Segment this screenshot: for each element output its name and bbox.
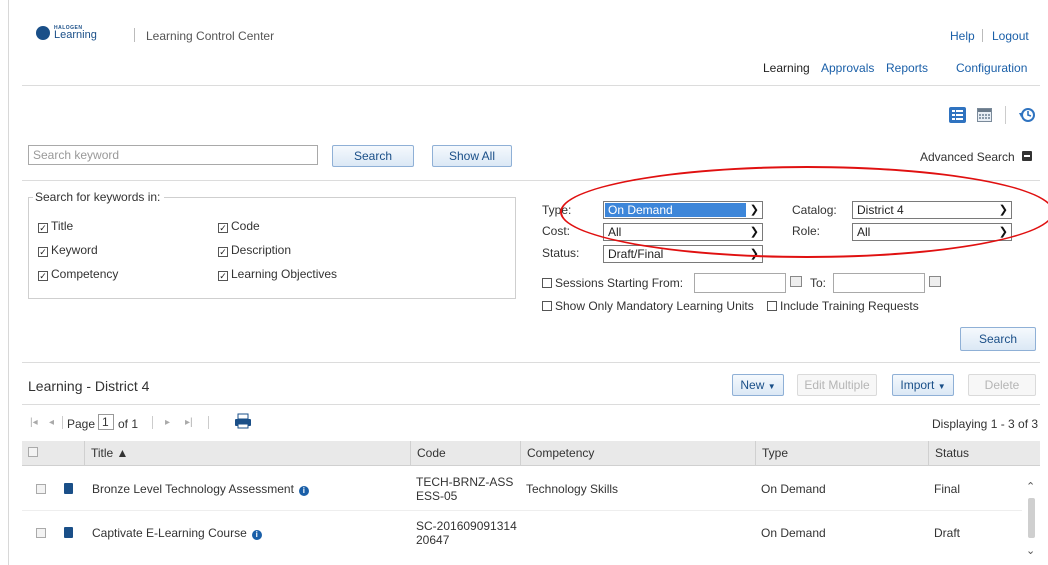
row-status: Final <box>934 482 961 496</box>
info-icon[interactable]: i <box>298 486 309 496</box>
scroll-up-icon[interactable]: ⌃ <box>1026 480 1035 493</box>
logo-mark-icon <box>36 26 50 40</box>
grid-header: Title ▲ Code Competency Type Status <box>22 441 1040 466</box>
nav-reports[interactable]: Reports <box>886 61 928 75</box>
page-label: Page <box>67 417 96 431</box>
pager-divider <box>208 416 209 429</box>
first-page-icon[interactable]: |◂ <box>30 417 38 428</box>
kw-learning-objectives-checkbox[interactable]: ✓ Learning Objectives <box>218 267 337 281</box>
calendar-icon[interactable] <box>929 276 941 287</box>
filter-search-button[interactable]: Search <box>960 327 1036 351</box>
row-title-link[interactable]: Bronze Level Technology Assessment i <box>92 482 309 496</box>
info-icon[interactable]: i <box>251 530 262 540</box>
calendar-icon[interactable] <box>790 276 802 287</box>
pager-divider <box>152 416 153 429</box>
kw-keyword-checkbox[interactable]: ✓ Keyword <box>38 243 98 257</box>
row-status: Draft <box>934 526 961 540</box>
show-all-button[interactable]: Show All <box>432 145 512 167</box>
annotation-oval <box>560 166 1048 258</box>
kw-competency-checkbox[interactable]: ✓ Competency <box>38 267 118 281</box>
row-title-link[interactable]: Captivate E-Learning Course i <box>92 526 262 540</box>
print-icon[interactable] <box>234 413 252 429</box>
list-rule <box>22 404 1040 405</box>
row-type: On Demand <box>761 526 826 540</box>
top-links-divider <box>982 29 983 42</box>
status-select-value: Draft/Final <box>608 247 664 261</box>
kw-description-checkbox[interactable]: ✓ Description <box>218 243 291 257</box>
delete-button[interactable]: Delete <box>968 374 1036 396</box>
new-button[interactable]: New ▼ <box>732 374 784 396</box>
import-button[interactable]: Import ▼ <box>892 374 954 396</box>
last-page-icon[interactable]: ▸| <box>185 417 193 428</box>
nav-approvals[interactable]: Approvals <box>821 61 874 75</box>
select-all-checkbox[interactable] <box>28 447 38 457</box>
to-label: To: <box>810 276 827 290</box>
sessions-from-input[interactable] <box>694 273 786 293</box>
nav-learning[interactable]: Learning <box>763 61 810 75</box>
grid-scrollbar[interactable]: ⌃ ⌄ <box>1024 466 1038 561</box>
column-title[interactable]: Title ▲ <box>84 441 410 465</box>
view-divider <box>1005 106 1006 124</box>
collapse-icon[interactable] <box>1022 151 1032 161</box>
calendar-view-icon[interactable] <box>977 108 992 122</box>
row-checkbox[interactable] <box>36 484 46 494</box>
logout-link[interactable]: Logout <box>992 29 1029 43</box>
list-title: Learning - District 4 <box>28 378 150 394</box>
column-type[interactable]: Type <box>755 441 928 465</box>
list-view-icon[interactable] <box>949 107 966 123</box>
column-status[interactable]: Status <box>928 441 1040 465</box>
cost-label: Cost: <box>542 224 571 238</box>
filters-rule <box>22 362 1040 363</box>
row-code: SC-201609091314 20647 <box>416 519 517 547</box>
kw-code-checkbox[interactable]: ✓ Code <box>218 219 260 233</box>
next-page-icon[interactable]: ▸ <box>165 417 170 428</box>
sessions-to-input[interactable] <box>833 273 925 293</box>
advanced-search-link[interactable]: Advanced Search <box>920 150 1015 164</box>
kw-title-checkbox[interactable]: ✓ Title <box>38 219 73 233</box>
row-code: TECH-BRNZ-ASS ESS-05 <box>416 475 514 503</box>
book-icon <box>64 527 73 538</box>
column-code[interactable]: Code <box>410 441 520 465</box>
status-label: Status: <box>542 246 580 260</box>
history-icon[interactable] <box>1018 106 1036 124</box>
logo: HALOGEN Learning <box>36 25 116 46</box>
header-divider <box>134 28 135 42</box>
app-title: Learning Control Center <box>146 29 275 43</box>
header-rule <box>22 85 1040 86</box>
sessions-checkbox[interactable]: Sessions Starting From: <box>542 276 683 290</box>
edit-multiple-button[interactable]: Edit Multiple <box>797 374 877 396</box>
help-link[interactable]: Help <box>950 29 975 43</box>
row-type: On Demand <box>761 482 826 496</box>
row-competency: Technology Skills <box>526 482 619 496</box>
scroll-down-icon[interactable]: ⌄ <box>1026 544 1035 557</box>
search-input[interactable]: Search keyword <box>28 145 318 165</box>
search-button[interactable]: Search <box>332 145 414 167</box>
scroll-thumb[interactable] <box>1028 498 1035 538</box>
logo-big-text: Learning <box>54 29 97 41</box>
page-count: of 1 <box>118 417 139 431</box>
keywords-legend: Search for keywords in: <box>33 190 165 204</box>
book-icon <box>64 483 73 494</box>
mandatory-checkbox[interactable]: Show Only Mandatory Learning Units <box>542 299 754 313</box>
row-checkbox[interactable] <box>36 528 46 538</box>
nav-configuration[interactable]: Configuration <box>956 61 1027 75</box>
displaying-count: Displaying 1 - 3 of 3 <box>932 417 1039 431</box>
pager-divider <box>62 416 63 429</box>
page-number-input[interactable]: 1 <box>98 414 114 430</box>
column-competency[interactable]: Competency <box>520 441 755 465</box>
prev-page-icon[interactable]: ◂ <box>49 417 54 428</box>
training-requests-checkbox[interactable]: Include Training Requests <box>767 299 919 313</box>
